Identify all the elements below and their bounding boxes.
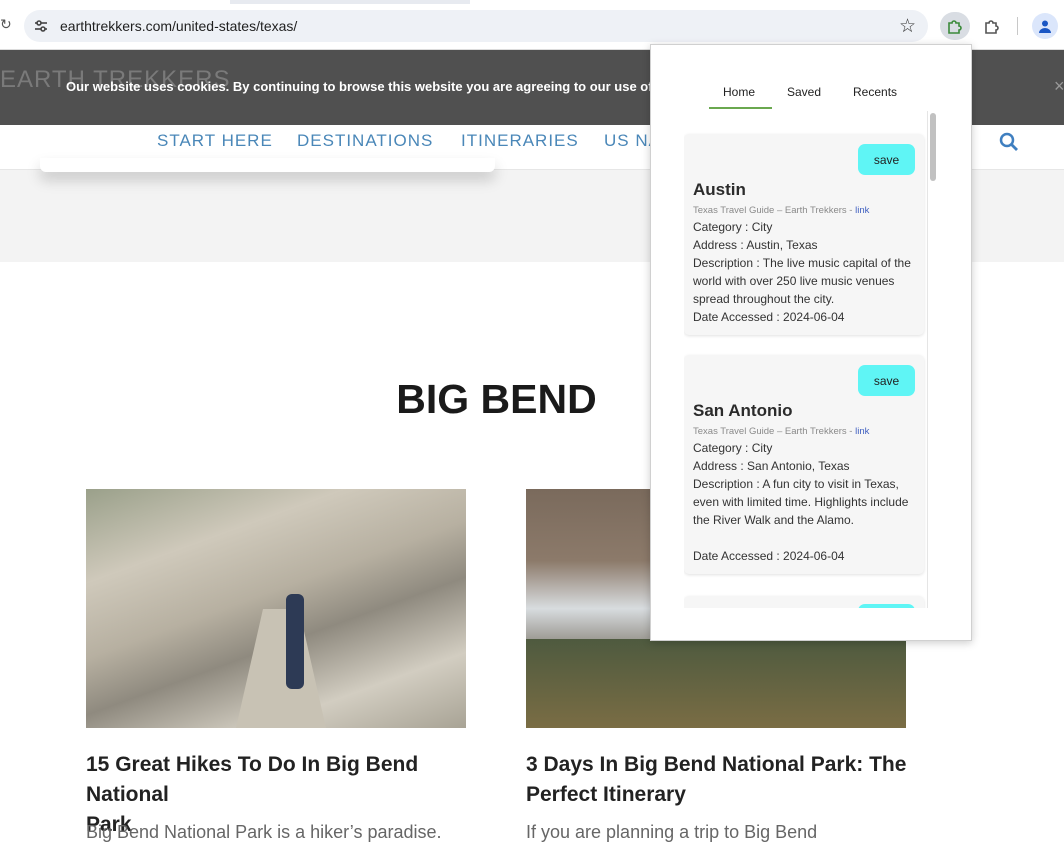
place-date: Date Accessed : 2024-06-04: [693, 310, 845, 324]
cookie-close-icon[interactable]: ×: [1054, 76, 1064, 97]
article-title-itinerary[interactable]: 3 Days In Big Bend National Park: The Pe…: [526, 750, 916, 810]
profile-icon[interactable]: [1032, 13, 1058, 39]
tab-home[interactable]: Home: [723, 85, 755, 99]
tune-icon[interactable]: [32, 17, 50, 35]
save-button[interactable]: save: [858, 604, 915, 608]
place-name: San Antonio: [693, 401, 793, 420]
tab-recents[interactable]: Recents: [853, 85, 897, 99]
search-icon[interactable]: [999, 132, 1019, 152]
place-name: Austin: [693, 180, 746, 199]
nav-destinations[interactable]: DESTINATIONS: [297, 131, 433, 151]
puzzle-icon: [985, 20, 999, 34]
scrollbar-track[interactable]: [927, 111, 940, 608]
place-address: Address : Austin, Texas: [693, 238, 818, 252]
active-tab-indicator: [709, 107, 772, 109]
place-card: save San Antonio Texas Travel Guide – Ea…: [684, 355, 924, 574]
toolbar-separator: [1017, 17, 1018, 35]
place-category: Category : City: [693, 441, 773, 455]
nav-itineraries[interactable]: ITINERARIES: [461, 131, 579, 151]
save-button[interactable]: save: [858, 365, 915, 396]
browser-toolbar: ↻ earthtrekkers.com/united-states/texas/…: [0, 0, 1064, 50]
article-image-hikes[interactable]: [86, 489, 466, 728]
address-bar[interactable]: earthtrekkers.com/united-states/texas/ ☆: [24, 10, 928, 42]
extension-active-button[interactable]: [940, 12, 970, 40]
reload-icon[interactable]: ↻: [0, 16, 12, 33]
place-source: Texas Travel Guide – Earth Trekkers - li…: [693, 205, 870, 216]
tab-saved[interactable]: Saved: [787, 85, 821, 99]
star-icon[interactable]: ☆: [899, 15, 916, 38]
place-link[interactable]: link: [855, 205, 869, 216]
place-description: Description : The live music capital of …: [693, 256, 911, 306]
place-category: Category : City: [693, 220, 773, 234]
place-description: Description : A fun city to visit in Tex…: [693, 477, 909, 527]
place-source: Texas Travel Guide – Earth Trekkers - li…: [693, 426, 870, 437]
tab-strip: [0, 0, 1064, 4]
place-address: Address : San Antonio, Texas: [693, 459, 850, 473]
extension-popup: Home Saved Recents save Austin Texas Tra…: [650, 44, 972, 641]
places-list: save Austin Texas Travel Guide – Earth T…: [684, 111, 940, 608]
save-button[interactable]: save: [858, 144, 915, 175]
cookie-message: Our website uses cookies. By continuing …: [66, 79, 672, 94]
extension-active-icon: [948, 20, 962, 34]
scrollbar-thumb[interactable]: [930, 113, 936, 181]
place-link[interactable]: link: [855, 426, 869, 437]
extensions-button[interactable]: [977, 12, 1007, 40]
place-card: save: [684, 596, 924, 608]
nav-start-here[interactable]: START HERE: [157, 131, 273, 151]
place-card: save Austin Texas Travel Guide – Earth T…: [684, 134, 924, 335]
url-text[interactable]: earthtrekkers.com/united-states/texas/: [60, 18, 297, 34]
card-edge: [40, 158, 495, 172]
place-date: Date Accessed : 2024-06-04: [693, 549, 845, 563]
